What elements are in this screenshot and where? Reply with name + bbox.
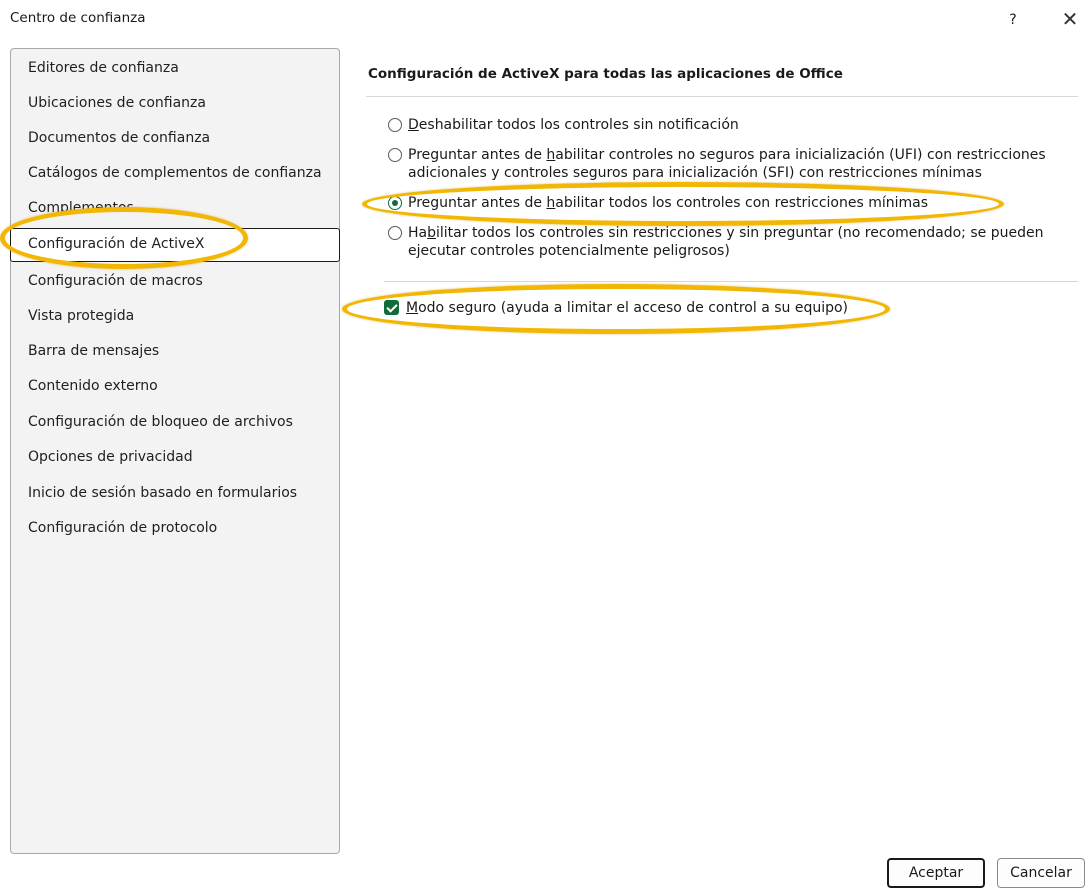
- sidebar-item-activex-settings[interactable]: Configuración de ActiveX: [10, 228, 340, 262]
- title-bar: Centro de confianza ? ✕: [0, 0, 1089, 40]
- sidebar-item-privacy-options[interactable]: Opciones de privacidad: [11, 440, 339, 474]
- options-divider: [384, 281, 1078, 282]
- safe-mode-label: odo seguro (ayuda a limitar el acceso de…: [418, 300, 849, 316]
- main-panel: Configuración de ActiveX para todas las …: [352, 48, 1082, 854]
- option-accesskey: b: [427, 225, 436, 241]
- section-title: Configuración de ActiveX para todas las …: [368, 66, 843, 82]
- option-text: Preguntar antes de: [408, 195, 547, 211]
- option-text: eshabilitar todos los controles sin noti…: [418, 117, 739, 133]
- checkbox-checked-icon[interactable]: [384, 300, 399, 315]
- sidebar-item-message-bar[interactable]: Barra de mensajes: [11, 334, 339, 368]
- option-enable-all[interactable]: Habilitar todos los controles sin restri…: [388, 224, 1068, 260]
- sidebar-item-file-block-settings[interactable]: Configuración de bloqueo de archivos: [11, 405, 339, 439]
- sidebar-item-trusted-publishers[interactable]: Editores de confianza: [11, 51, 339, 85]
- option-text: ilitar todos los controles sin restricci…: [408, 225, 1044, 259]
- sidebar-item-trusted-addin-catalogs[interactable]: Catálogos de complementos de confianza: [11, 156, 339, 190]
- ok-button[interactable]: Aceptar: [887, 858, 985, 888]
- safe-mode-option[interactable]: Modo seguro (ayuda a limitar el acceso d…: [384, 299, 849, 317]
- radio-icon[interactable]: [388, 148, 402, 162]
- option-accesskey: h: [546, 195, 556, 211]
- option-prompt-ufi-sfi[interactable]: Preguntar antes de habilitar controles n…: [388, 146, 1068, 182]
- option-text: Preguntar antes de: [408, 147, 547, 163]
- close-button[interactable]: ✕: [1056, 8, 1084, 32]
- radio-icon[interactable]: [388, 226, 402, 240]
- sidebar-item-macro-settings[interactable]: Configuración de macros: [11, 264, 339, 298]
- sidebar: Editores de confianza Ubicaciones de con…: [10, 48, 340, 854]
- cancel-button[interactable]: Cancelar: [997, 858, 1085, 888]
- sidebar-item-external-content[interactable]: Contenido externo: [11, 369, 339, 403]
- close-icon: ✕: [1061, 7, 1079, 31]
- option-disable-all[interactable]: Deshabilitar todos los controles sin not…: [388, 116, 1068, 134]
- sidebar-item-form-based-signin[interactable]: Inicio de sesión basado en formularios: [11, 476, 339, 510]
- option-text: Ha: [408, 225, 428, 241]
- sidebar-item-trusted-locations[interactable]: Ubicaciones de confianza: [11, 86, 339, 120]
- dialog-title: Centro de confianza: [10, 10, 146, 26]
- safe-mode-accesskey: M: [406, 300, 419, 316]
- sidebar-item-protected-view[interactable]: Vista protegida: [11, 299, 339, 333]
- option-accesskey: h: [546, 147, 556, 163]
- section-divider: [366, 96, 1078, 97]
- option-accesskey: D: [408, 117, 419, 133]
- help-button[interactable]: ?: [1000, 8, 1026, 32]
- sidebar-item-protocol-settings[interactable]: Configuración de protocolo: [11, 511, 339, 545]
- option-text: abilitar todos los controles con restric…: [555, 195, 928, 211]
- radio-icon[interactable]: [388, 118, 402, 132]
- option-prompt-minimal[interactable]: Preguntar antes de habilitar todos los c…: [388, 194, 1068, 212]
- sidebar-item-addins[interactable]: Complementos: [11, 191, 339, 225]
- sidebar-item-trusted-documents[interactable]: Documentos de confianza: [11, 121, 339, 155]
- radio-selected-icon[interactable]: [388, 196, 402, 210]
